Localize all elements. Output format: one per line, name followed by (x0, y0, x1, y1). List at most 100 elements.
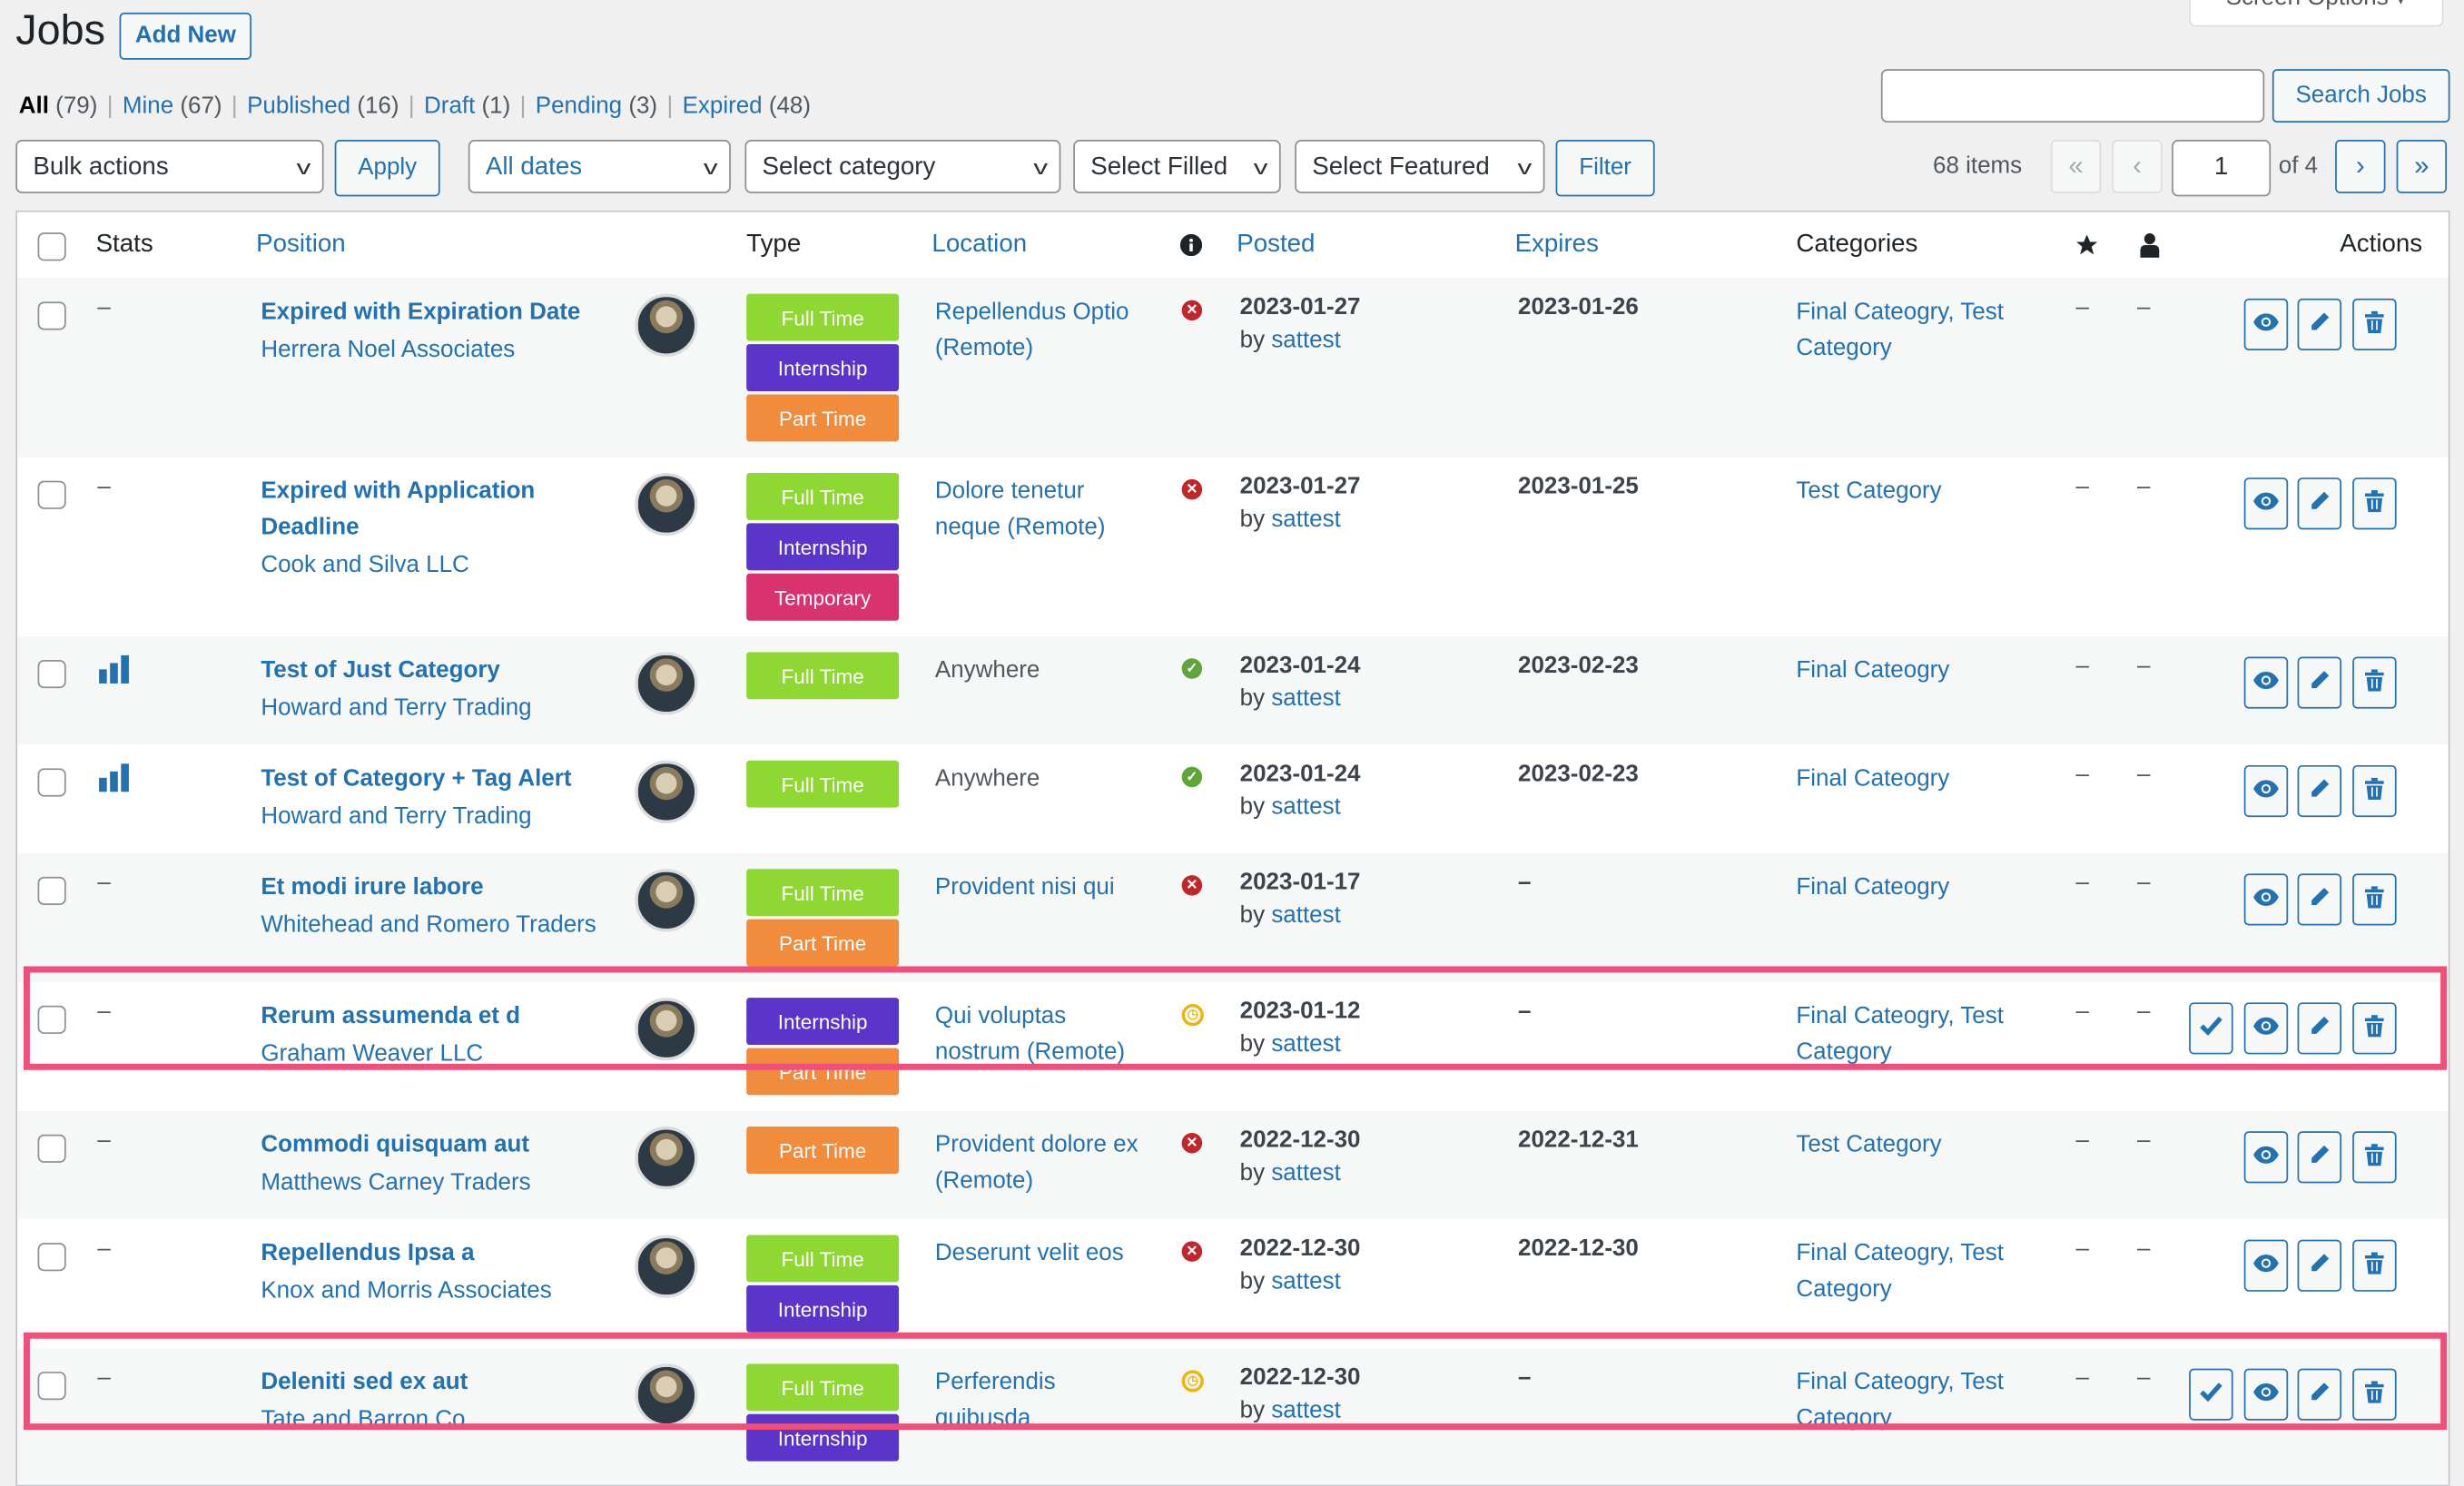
location-link[interactable]: Provident dolore ex (Remote) (935, 1127, 1155, 1199)
company-name[interactable]: Howard and Terry Trading (261, 802, 622, 829)
stats-chart-icon[interactable] (99, 763, 131, 798)
delete-button[interactable] (2351, 764, 2396, 818)
edit-button[interactable] (2297, 1002, 2342, 1055)
company-name[interactable]: Howard and Terry Trading (261, 694, 622, 721)
row-checkbox[interactable] (37, 1134, 66, 1163)
first-page-button[interactable]: « (2050, 140, 2102, 193)
view-button[interactable] (2242, 656, 2288, 709)
row-checkbox[interactable] (37, 1243, 66, 1272)
col-position[interactable]: Position (256, 231, 346, 259)
author-link[interactable]: sattest (1271, 685, 1340, 712)
categories-links[interactable]: Final Cateogry, Test Category (1796, 998, 2047, 1070)
delete-button[interactable] (2351, 1002, 2396, 1055)
view-button[interactable] (2242, 873, 2288, 926)
delete-button[interactable] (2351, 1131, 2396, 1184)
view-button[interactable] (2242, 1239, 2288, 1292)
job-title-link[interactable]: Deleniti sed ex aut (261, 1363, 622, 1400)
screen-options-button[interactable]: Screen Options ▾ (2189, 0, 2444, 27)
company-name[interactable]: Tate and Barron Co (261, 1406, 622, 1432)
location-link[interactable]: Dolore tenetur neque (Remote) (935, 473, 1155, 546)
col-location[interactable]: Location (931, 231, 1027, 259)
view-button[interactable] (2242, 1368, 2288, 1421)
delete-button[interactable] (2351, 873, 2396, 926)
row-checkbox[interactable] (37, 1372, 66, 1401)
view-mine[interactable]: Mine (123, 93, 173, 119)
author-link[interactable]: sattest (1271, 1030, 1340, 1057)
view-expired[interactable]: Expired (683, 93, 763, 119)
company-name[interactable]: Knox and Morris Associates (261, 1277, 622, 1304)
categories-links[interactable]: Final Cateogry, Test Category (1796, 294, 2047, 367)
search-jobs-button[interactable]: Search Jobs (2272, 69, 2450, 123)
delete-button[interactable] (2351, 1239, 2396, 1292)
row-checkbox[interactable] (37, 1005, 66, 1034)
location-link[interactable]: Repellendus Optio (Remote) (935, 294, 1155, 367)
row-checkbox[interactable] (37, 301, 66, 330)
col-expires[interactable]: Expires (1515, 231, 1599, 259)
row-checkbox[interactable] (37, 659, 66, 689)
view-draft[interactable]: Draft (424, 93, 475, 119)
author-link[interactable]: sattest (1271, 1268, 1340, 1294)
row-checkbox[interactable] (37, 768, 66, 797)
select-all-checkbox[interactable] (37, 232, 66, 261)
view-button[interactable] (2242, 1002, 2288, 1055)
approve-button[interactable] (2189, 1368, 2233, 1421)
delete-button[interactable] (2351, 477, 2396, 530)
company-name[interactable]: Herrera Noel Associates (261, 336, 622, 362)
featured-select[interactable]: Select Featured v (1295, 140, 1545, 193)
view-pending[interactable]: Pending (536, 93, 622, 119)
search-input[interactable] (1880, 69, 2265, 123)
stats-chart-icon[interactable] (99, 654, 131, 690)
company-name[interactable]: Matthews Carney Traders (261, 1169, 622, 1196)
edit-button[interactable] (2297, 1368, 2342, 1421)
view-button[interactable] (2242, 1131, 2288, 1184)
company-name[interactable]: Whitehead and Romero Traders (261, 911, 622, 938)
edit-button[interactable] (2297, 656, 2342, 709)
location-link[interactable]: Provident nisi qui (935, 869, 1155, 905)
categories-links[interactable]: Final Cateogry (1796, 761, 2047, 797)
edit-button[interactable] (2297, 1131, 2342, 1184)
apply-button[interactable]: Apply (334, 140, 440, 197)
job-title-link[interactable]: Test of Just Category (261, 652, 622, 688)
categories-links[interactable]: Final Cateogry (1796, 869, 2047, 905)
approve-button[interactable] (2189, 1002, 2233, 1055)
job-title-link[interactable]: Repellendus Ipsa a (261, 1235, 622, 1271)
categories-links[interactable]: Test Category (1796, 1127, 2047, 1163)
location-link[interactable]: Qui voluptas nostrum (Remote) (935, 998, 1155, 1070)
current-page-input[interactable]: 1 (2172, 140, 2272, 197)
edit-button[interactable] (2297, 298, 2342, 350)
location-link[interactable]: Perferendis quibusda (935, 1363, 1155, 1436)
company-name[interactable]: Cook and Silva LLC (261, 552, 622, 578)
view-all[interactable]: All (19, 93, 49, 119)
author-link[interactable]: sattest (1271, 506, 1340, 532)
job-title-link[interactable]: Et modi irure labore (261, 869, 622, 905)
location-link[interactable]: Deserunt velit eos (935, 1235, 1155, 1271)
edit-button[interactable] (2297, 1239, 2342, 1292)
categories-links[interactable]: Test Category (1796, 473, 2047, 509)
prev-page-button[interactable]: ‹ (2112, 140, 2163, 193)
delete-button[interactable] (2351, 298, 2396, 350)
bulk-actions-select[interactable]: Bulk actions v (15, 140, 324, 193)
job-title-link[interactable]: Rerum assumenda et d (261, 998, 622, 1034)
delete-button[interactable] (2351, 1368, 2396, 1421)
view-button[interactable] (2242, 477, 2288, 530)
view-published[interactable]: Published (247, 93, 350, 119)
author-link[interactable]: sattest (1271, 793, 1340, 820)
add-new-button[interactable]: Add New (119, 12, 252, 60)
row-checkbox[interactable] (37, 480, 66, 509)
author-link[interactable]: sattest (1271, 327, 1340, 353)
delete-button[interactable] (2351, 656, 2396, 709)
filled-select[interactable]: Select Filled v (1073, 140, 1281, 193)
edit-button[interactable] (2297, 873, 2342, 926)
next-page-button[interactable]: › (2335, 140, 2386, 193)
categories-links[interactable]: Final Cateogry (1796, 652, 2047, 688)
category-select[interactable]: Select category v (744, 140, 1061, 193)
author-link[interactable]: sattest (1271, 902, 1340, 929)
job-title-link[interactable]: Test of Category + Tag Alert (261, 761, 622, 797)
job-title-link[interactable]: Expired with Application Deadline (261, 473, 622, 546)
view-button[interactable] (2242, 298, 2288, 350)
dates-select[interactable]: All dates v (468, 140, 731, 193)
job-title-link[interactable]: Expired with Expiration Date (261, 294, 622, 330)
author-link[interactable]: sattest (1271, 1159, 1340, 1186)
last-page-button[interactable]: » (2396, 140, 2448, 193)
col-posted[interactable]: Posted (1237, 231, 1315, 259)
